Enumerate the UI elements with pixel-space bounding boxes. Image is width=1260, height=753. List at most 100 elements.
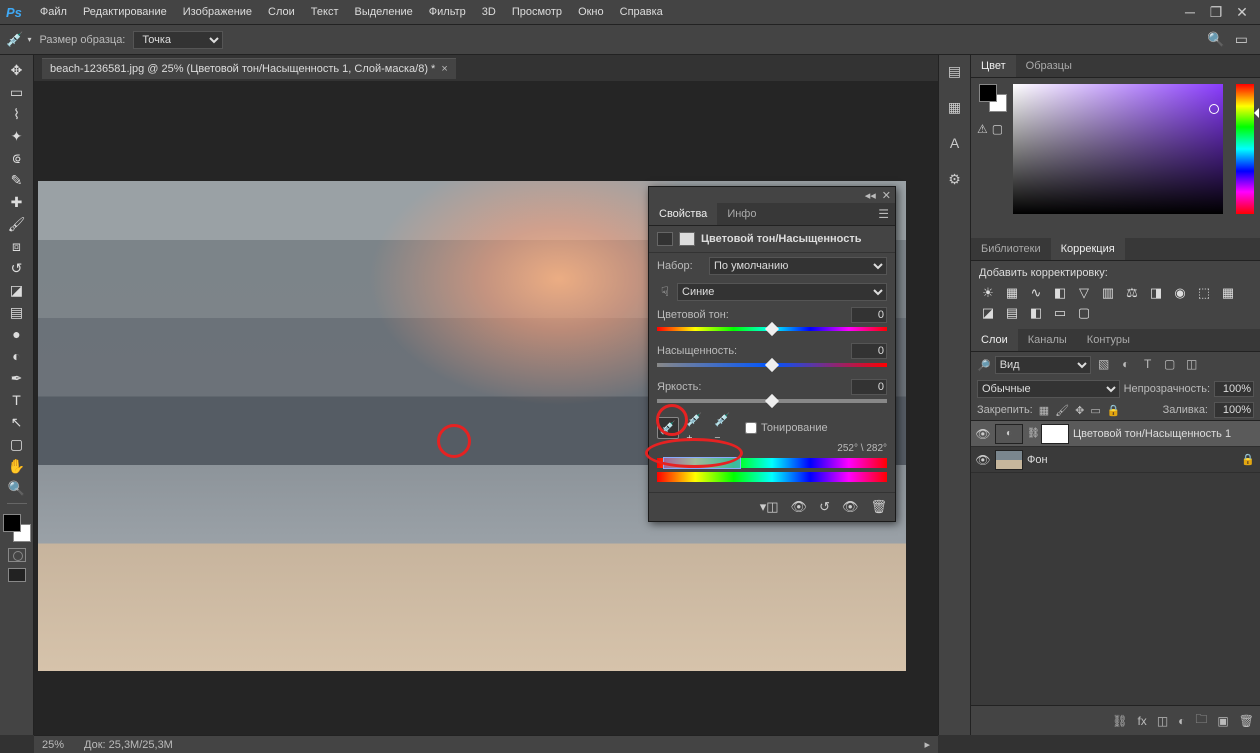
adj-hue-icon[interactable]: ▥ [1099,285,1117,301]
adj-curves-icon[interactable]: ∿ [1027,285,1045,301]
fill-input[interactable] [1214,402,1254,418]
adj-gradient-map-icon[interactable]: ▭ [1051,305,1069,321]
marquee-tool[interactable]: ▭ [4,81,30,103]
saturation-input[interactable] [851,343,887,359]
layer-row[interactable]: 👁 ◐ ⛓ Цветовой тон/Насыщенность 1 [971,421,1260,447]
panel-collapse-icon[interactable]: ◂◂ [865,189,876,202]
lightness-slider[interactable] [657,399,887,403]
tool-preset-dropdown[interactable]: ▾ [27,35,31,44]
hue-strip[interactable] [1236,84,1254,214]
lock-all-icon[interactable]: 🔒 [1107,404,1121,417]
search-icon[interactable]: 🔍 [1207,31,1224,48]
eyedropper-sub-icon[interactable]: 💉₋ [713,417,735,439]
mask-icon[interactable] [679,232,695,246]
adj-threshold-icon[interactable]: ◧ [1027,305,1045,321]
history-brush-tool[interactable]: ↺ [4,257,30,279]
window-maximize[interactable]: ❐ [1204,4,1228,20]
link-layers-icon[interactable]: ⛓ [1112,714,1127,728]
screen-mode-toggle[interactable] [8,568,26,582]
menu-view[interactable]: Просмотр [512,6,562,18]
pen-tool[interactable]: ✒ [4,367,30,389]
menu-edit[interactable]: Редактирование [83,6,167,18]
quick-select-tool[interactable]: ✦ [4,125,30,147]
stamp-tool[interactable]: ⧈ [4,235,30,257]
adj-bw-icon[interactable]: ◨ [1147,285,1165,301]
adj-photo-filter-icon[interactable]: ◉ [1171,285,1189,301]
adj-posterize-icon[interactable]: ▤ [1003,305,1021,321]
paragraph-panel-icon[interactable]: ⚙ [945,169,965,189]
lasso-tool[interactable]: ⌇ [4,103,30,125]
filter-pixel-icon[interactable]: ▧ [1095,357,1113,373]
hue-input[interactable] [851,307,887,323]
hand-tool[interactable]: ✋ [4,455,30,477]
new-adjustment-icon[interactable]: ◐ [1178,714,1185,728]
menu-file[interactable]: Файл [40,6,67,18]
color-fgbg[interactable] [979,84,1007,112]
lock-position-icon[interactable]: ✥ [1075,404,1084,417]
lightness-input[interactable] [851,379,887,395]
zoom-tool[interactable]: 🔍 [4,477,30,499]
eraser-tool[interactable]: ◪ [4,279,30,301]
filter-text-icon[interactable]: T [1139,357,1157,373]
menu-layers[interactable]: Слои [268,6,295,18]
crop-tool[interactable]: ⟃ [4,147,30,169]
shape-tool[interactable]: ▢ [4,433,30,455]
brush-tool[interactable]: 🖌 [4,213,30,235]
layer-row[interactable]: 👁 Фон 🔒 [971,447,1260,473]
menu-filter[interactable]: Фильтр [429,6,466,18]
menu-image[interactable]: Изображение [183,6,252,18]
blend-mode-select[interactable]: Обычные [977,380,1120,398]
preset-select[interactable]: По умолчанию [709,257,887,275]
eyedropper-add-icon[interactable]: 💉₊ [685,417,707,439]
dodge-tool[interactable]: ◐ [4,345,30,367]
new-layer-icon[interactable]: ▣ [1217,714,1228,728]
eyedropper-tool-icon[interactable]: 💉 [6,31,23,48]
hue-slider[interactable] [657,327,887,331]
adj-exposure-icon[interactable]: ◧ [1051,285,1069,301]
adj-selective-color-icon[interactable]: ▢ [1075,305,1093,321]
panel-menu-icon[interactable]: ☰ [872,207,895,221]
window-close[interactable]: ✕ [1230,4,1254,20]
filter-smart-icon[interactable]: ◫ [1183,357,1201,373]
filter-shape-icon[interactable]: ▢ [1161,357,1179,373]
delete-adjustment-icon[interactable]: 🗑 [870,499,887,515]
color-picker[interactable] [1013,84,1223,214]
tab-correction[interactable]: Коррекция [1051,238,1125,260]
layer-visibility-icon[interactable]: 👁 [975,453,991,467]
view-previous-icon[interactable]: 👁 [791,499,808,515]
delete-layer-icon[interactable]: 🗑 [1239,714,1254,728]
text-tool[interactable]: T [4,389,30,411]
blur-tool[interactable]: ● [4,323,30,345]
panel-close-icon[interactable]: ✕ [882,189,891,202]
healing-brush-tool[interactable]: ✚ [4,191,30,213]
new-group-icon[interactable]: 🗀 [1195,710,1207,731]
history-panel-icon[interactable]: ▤ [945,61,965,81]
adj-levels-icon[interactable]: ▦ [1003,285,1021,301]
adj-lut-icon[interactable]: ▦ [1219,285,1237,301]
tab-paths[interactable]: Контуры [1077,329,1140,351]
move-tool[interactable]: ✥ [4,59,30,81]
layer-filter-search-icon[interactable]: 🔎 [977,359,991,372]
tab-color[interactable]: Цвет [971,55,1016,77]
clip-to-layer-icon[interactable]: ▾◫ [760,499,779,515]
menu-select[interactable]: Выделение [355,6,413,18]
tab-info[interactable]: Инфо [717,203,766,225]
window-minimize[interactable]: ─ [1178,4,1202,20]
properties-titlebar[interactable]: ◂◂ ✕ [649,187,895,203]
tab-channels[interactable]: Каналы [1018,329,1077,351]
saturation-slider[interactable] [657,363,887,367]
zoom-readout[interactable]: 25% [42,739,64,751]
targeted-adjust-icon[interactable]: ☟ [657,284,673,300]
tab-swatches[interactable]: Образцы [1016,55,1082,77]
actions-panel-icon[interactable]: ▦ [945,97,965,117]
close-icon[interactable]: × [441,63,447,75]
gradient-tool[interactable]: ▤ [4,301,30,323]
adj-channel-mixer-icon[interactable]: ⬚ [1195,285,1213,301]
layer-mask-icon[interactable]: ◫ [1157,714,1168,728]
layer-mask-link-icon[interactable]: ⛓ [1027,428,1037,439]
menu-3d[interactable]: 3D [482,6,496,18]
doc-status[interactable]: Док: 25,3M/25,3M [84,739,173,751]
layer-fx-icon[interactable]: fx [1137,714,1146,728]
adj-brightness-icon[interactable]: ☀ [979,285,997,301]
sample-size-select[interactable]: Точка [133,31,223,49]
